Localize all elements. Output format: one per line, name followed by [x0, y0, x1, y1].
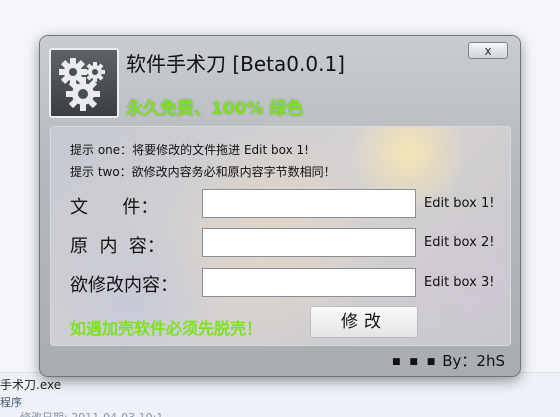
edit-box-2-tag: Edit box 2! [424, 235, 495, 250]
close-icon: x [484, 44, 492, 58]
edit-box-2[interactable] [202, 228, 416, 257]
edit-box-3-tag: Edit box 3! [424, 275, 495, 290]
original-content-label: 原 内 容： [70, 236, 165, 257]
hint-two: 提示 two：欲修改内容务必和原内容字节数相同！ [70, 165, 336, 179]
author-credit: ■ ■ ■ By：2hS [392, 350, 505, 371]
file-label: 文 件： [70, 197, 159, 218]
main-panel: 提示 one：将要修改的文件拖进 Edit box 1! 提示 two：欲修改内… [50, 126, 511, 346]
app-title: 软件手术刀 [Beta0.0.1] [126, 52, 345, 76]
modify-button[interactable]: 修改 [310, 306, 418, 338]
file-name: 手术刀.exe [0, 378, 62, 392]
edit-box-1-tag: Edit box 1! [424, 196, 495, 211]
edit-box-3[interactable] [202, 268, 416, 297]
hint-one: 提示 one：将要修改的文件拖进 Edit box 1! [70, 143, 309, 157]
close-button[interactable]: x [468, 42, 508, 59]
app-window: 软件手术刀 [Beta0.0.1] 永久免费、100% 绿色 x 提示 one：… [40, 36, 520, 376]
edit-box-1[interactable] [202, 189, 416, 218]
dots-decoration: ■ ■ ■ [392, 357, 439, 367]
unpack-warning: 如遇加壳软件必须先脱壳！ [70, 319, 263, 338]
file-type: 程序 [0, 396, 22, 409]
explorer-details-pane: 手术刀.exe 程序 修改日期: 2011-04-03 10:1 [0, 372, 560, 417]
app-subtitle: 永久免费、100% 绿色 [126, 99, 304, 119]
gears-icon [49, 48, 119, 118]
author-text: By：2hS [442, 352, 505, 370]
new-content-label: 欲修改内容： [70, 275, 178, 296]
title-bar[interactable]: 软件手术刀 [Beta0.0.1] 永久免费、100% 绿色 x [40, 36, 520, 126]
